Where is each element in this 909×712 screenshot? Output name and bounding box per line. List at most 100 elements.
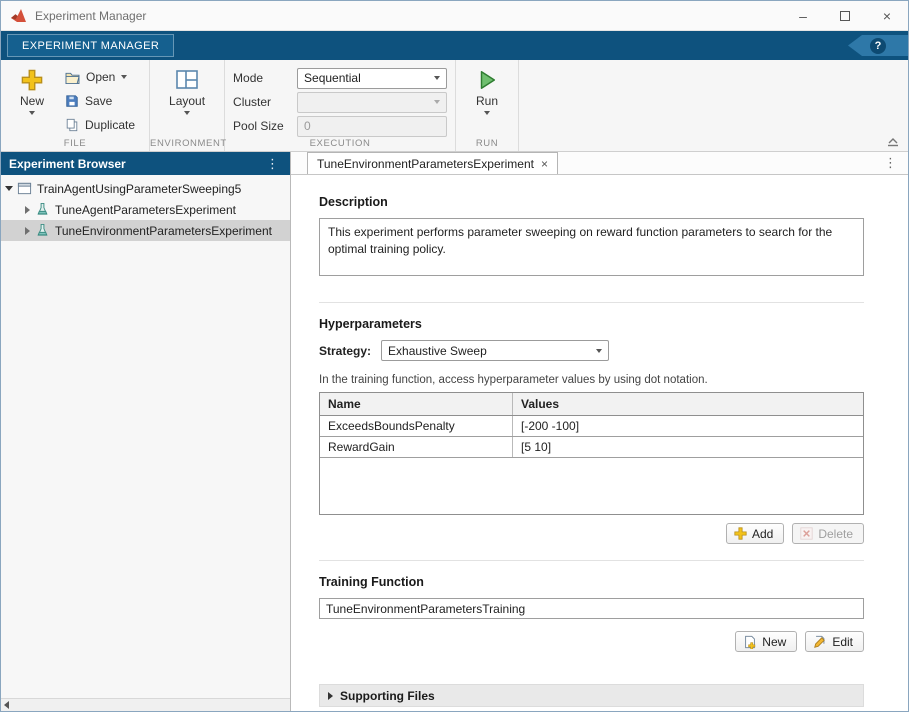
delete-label: Delete [818,527,853,541]
tab-experiment-manager[interactable]: EXPERIMENT MANAGER [7,34,174,57]
hyperparameters-table: Name Values ExceedsBoundsPenalty [-200 -… [319,392,864,515]
new-file-icon [743,635,757,649]
duplicate-button[interactable]: Duplicate [59,114,141,135]
window-controls: – × [782,1,908,30]
description-textarea[interactable]: This experiment performs parameter sweep… [319,218,864,276]
collapse-arrow-icon[interactable] [19,227,35,235]
experiment-browser-header: Experiment Browser ⋮ [1,152,290,175]
collapse-arrow-icon[interactable] [19,206,35,214]
file-section-label: FILE [1,138,149,149]
layout-button[interactable]: Layout [158,65,216,135]
run-section-label: RUN [456,138,518,149]
mode-value: Sequential [304,71,361,85]
experiment-manager-window: Experiment Manager – × EXPERIMENT MANAGE… [0,0,909,712]
tree-item-project[interactable]: TrainAgentUsingParameterSweeping5 [1,178,290,199]
save-button[interactable]: Save [59,91,141,112]
section-execution: Mode Sequential Cluster Pool Size EXECUT… [225,60,456,151]
save-disk-icon [65,94,79,108]
execution-section-label: EXECUTION [225,138,455,149]
new-function-button[interactable]: New [735,631,797,652]
add-label: Add [752,527,773,541]
document-tab-label: TuneEnvironmentParametersExperiment [317,157,534,171]
file-small-buttons: Open Save Duplicate [59,65,141,135]
section-environment: Layout ENVIRONMENT [150,60,225,151]
ribbon-tab-strip: EXPERIMENT MANAGER ? [1,31,908,60]
strategy-dropdown[interactable]: Exhaustive Sweep [381,340,609,361]
experiment-browser-panel: Experiment Browser ⋮ TrainAgentUsingPara… [1,152,291,711]
section-divider [319,302,864,303]
new-plus-icon [21,69,43,91]
title-bar: Experiment Manager – × [1,1,908,31]
expand-arrow-icon[interactable] [1,186,17,191]
run-dropdown-caret-icon [484,111,490,115]
minimize-button[interactable]: – [782,1,824,30]
duplicate-label: Duplicate [85,118,135,132]
document-tab-bar: TuneEnvironmentParametersExperiment × ⋮ [291,152,908,175]
expand-section-icon [328,692,333,700]
open-button[interactable]: Open [59,67,141,88]
cell-name[interactable]: ExceedsBoundsPenalty [320,416,513,436]
experiment-icon [35,223,50,238]
training-function-input[interactable] [319,598,864,619]
layout-grid-icon [175,69,199,91]
cell-values[interactable]: [-200 -100] [513,416,863,436]
mode-caret-icon [434,76,440,80]
duplicate-copy-icon [65,118,79,132]
new-label: New [20,94,44,108]
new-dropdown-caret-icon [29,111,35,115]
content-area: Experiment Browser ⋮ TrainAgentUsingPara… [1,152,908,711]
tree-item-tune-agent[interactable]: TuneAgentParametersExperiment [1,199,290,220]
column-header-values: Values [513,393,863,415]
strategy-value: Exhaustive Sweep [388,344,487,358]
browser-menu-button[interactable]: ⋮ [263,156,282,172]
layout-dropdown-caret-icon [184,111,190,115]
save-label: Save [85,94,112,108]
add-button[interactable]: Add [726,523,784,544]
environment-section-label: ENVIRONMENT [150,138,224,149]
run-label: Run [476,94,498,108]
table-header-row: Name Values [320,393,863,416]
supporting-files-section[interactable]: Supporting Files [319,684,864,707]
strategy-label: Strategy: [319,344,371,358]
collapse-toolstrip-button[interactable] [886,135,900,147]
cluster-label: Cluster [233,95,289,109]
cell-name[interactable]: RewardGain [320,437,513,457]
experiment-tree: TrainAgentUsingParameterSweeping5 TuneAg… [1,175,290,698]
maximize-button[interactable] [824,1,866,30]
help-button[interactable]: ? [870,38,886,54]
window-title: Experiment Manager [35,9,146,23]
new-button[interactable]: New [9,65,55,135]
strategy-row: Strategy: Exhaustive Sweep [319,340,864,361]
tree-item-label: TrainAgentUsingParameterSweeping5 [37,182,241,196]
tree-item-label: TuneEnvironmentParametersExperiment [55,224,272,238]
description-heading: Description [319,195,864,209]
column-header-name: Name [320,393,513,415]
document-content: Description This experiment performs par… [291,175,908,711]
matlab-logo-icon [10,8,27,23]
close-button[interactable]: × [866,1,908,30]
document-menu-button[interactable]: ⋮ [881,155,900,171]
open-folder-icon [65,71,80,84]
tree-item-tune-environment[interactable]: TuneEnvironmentParametersExperiment [1,220,290,241]
tab-tune-environment-experiment[interactable]: TuneEnvironmentParametersExperiment × [307,152,558,174]
run-button[interactable]: Run [464,65,510,135]
table-row[interactable]: RewardGain [5 10] [320,437,863,458]
cell-values[interactable]: [5 10] [513,437,863,457]
toolstrip: New Open S [1,60,908,152]
tab-close-icon[interactable]: × [541,157,548,171]
table-row[interactable]: ExceedsBoundsPenalty [-200 -100] [320,416,863,437]
training-function-heading: Training Function [319,575,864,589]
strategy-caret-icon [596,349,602,353]
mode-dropdown[interactable]: Sequential [297,68,447,89]
add-plus-icon [734,527,747,540]
new-function-label: New [762,635,786,649]
section-file: New Open S [1,60,150,151]
experiment-browser-title: Experiment Browser [9,157,126,171]
delete-button: Delete [792,523,864,544]
maximize-icon [840,11,850,21]
edit-function-button[interactable]: Edit [805,631,864,652]
browser-footer-bar [1,698,290,711]
collapse-panel-icon[interactable] [4,701,9,709]
delete-x-icon [800,527,813,540]
training-function-buttons: New Edit [319,631,864,652]
